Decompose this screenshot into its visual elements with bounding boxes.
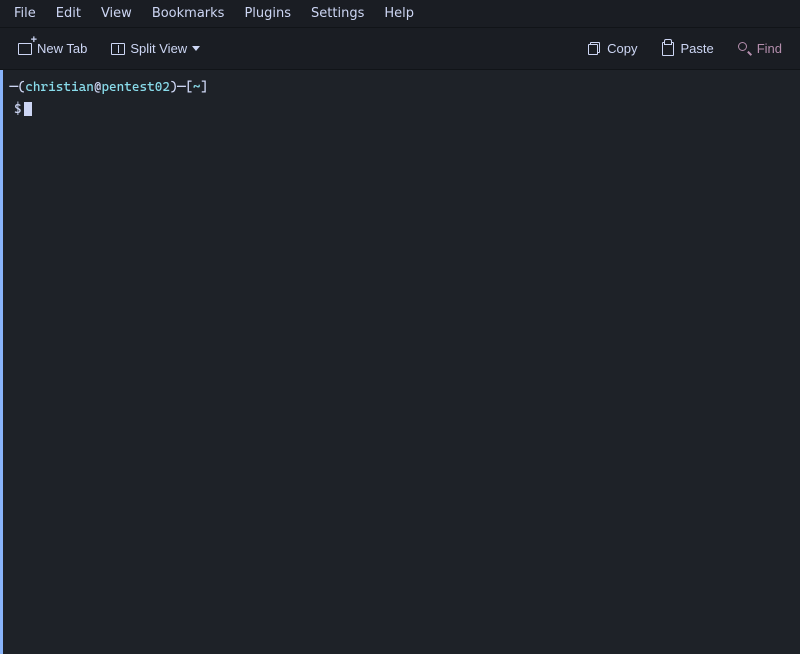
find-label: Find: [757, 41, 782, 56]
prompt-dash1: ─: [10, 78, 18, 98]
copy-label: Copy: [607, 41, 637, 56]
new-tab-icon: [18, 42, 32, 56]
copy-icon: [588, 42, 602, 56]
split-view-icon: [111, 42, 125, 56]
terminal-prompt-line1: ─ ( christian @ pentest02 ) ─ [ ~ ]: [10, 78, 790, 98]
prompt-dollar: $: [14, 100, 22, 120]
menu-bookmarks[interactable]: Bookmarks: [142, 4, 235, 23]
menu-help[interactable]: Help: [374, 4, 424, 23]
menu-bar: File Edit View Bookmarks Plugins Setting…: [0, 0, 800, 28]
menu-file[interactable]: File: [4, 4, 46, 23]
terminal-area[interactable]: ─ ( christian @ pentest02 ) ─ [ ~ ] $: [0, 70, 800, 654]
menu-view[interactable]: View: [91, 4, 142, 23]
prompt-bracket-close: ]: [201, 78, 209, 98]
paste-button[interactable]: Paste: [651, 34, 723, 64]
chevron-down-icon: [192, 46, 200, 51]
new-tab-label: New Tab: [37, 41, 87, 56]
terminal-cursor: [24, 102, 32, 116]
prompt-dash2: ─: [178, 78, 186, 98]
terminal-prompt-line2: $: [10, 100, 790, 120]
toolbar: New Tab Split View Copy Paste: [0, 28, 800, 70]
paste-icon: [661, 42, 675, 56]
menu-plugins[interactable]: Plugins: [234, 4, 301, 23]
prompt-at: @: [94, 78, 102, 98]
split-view-label: Split View: [130, 41, 187, 56]
find-icon: [738, 42, 752, 56]
left-accent: [0, 70, 3, 654]
prompt-open: (: [18, 78, 26, 98]
copy-button[interactable]: Copy: [578, 34, 647, 64]
prompt-host: pentest02: [101, 78, 170, 98]
menu-edit[interactable]: Edit: [46, 4, 91, 23]
prompt-dir: ~: [193, 78, 201, 98]
split-view-button[interactable]: Split View: [101, 34, 210, 64]
prompt-close: ): [170, 78, 178, 98]
new-tab-button[interactable]: New Tab: [8, 34, 97, 64]
prompt-bracket-open: [: [185, 78, 193, 98]
find-button[interactable]: Find: [728, 34, 792, 64]
menu-settings[interactable]: Settings: [301, 4, 374, 23]
toolbar-right: Copy Paste Find: [578, 34, 792, 64]
prompt-user: christian: [25, 78, 94, 98]
paste-label: Paste: [680, 41, 713, 56]
